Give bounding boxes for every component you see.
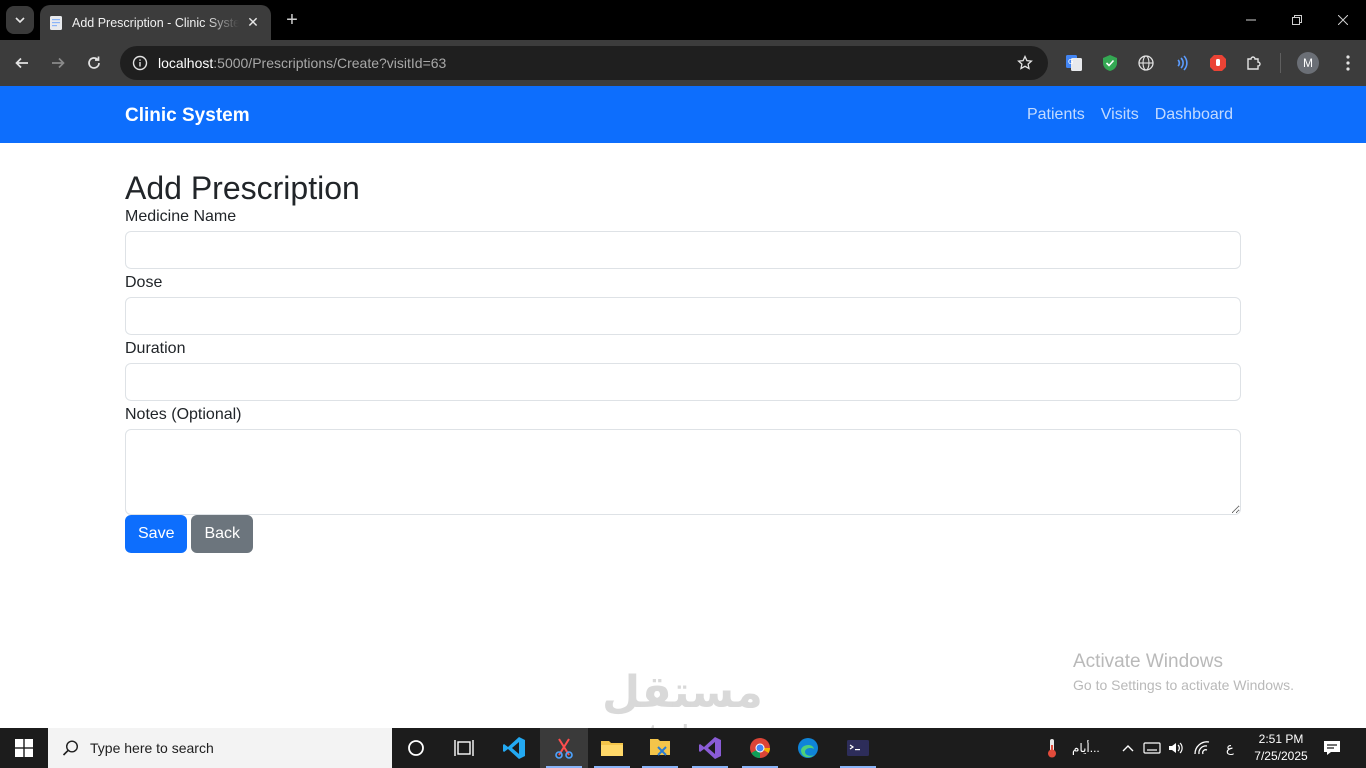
clock-date: 7/25/2025 xyxy=(1254,749,1308,763)
volume-speaker-icon[interactable] xyxy=(1167,728,1185,768)
shield-extension-icon[interactable] xyxy=(1100,53,1120,73)
task-view-icon[interactable] xyxy=(440,728,488,768)
stop-hand-extension-icon[interactable] xyxy=(1208,53,1228,73)
taskbar-clock[interactable]: 2:51 PM 7/25/2025 xyxy=(1248,731,1314,765)
tab-search-chevron-icon[interactable] xyxy=(6,6,34,34)
watermark-arabic-word: مستقل xyxy=(602,668,763,717)
snipping-tool-icon[interactable] xyxy=(540,728,588,768)
medicine-name-input[interactable] xyxy=(125,231,1241,269)
terminal-icon[interactable] xyxy=(834,728,882,768)
reload-icon[interactable] xyxy=(81,50,107,76)
medicine-name-label: Medicine Name xyxy=(125,208,237,225)
nav-link-patients[interactable]: Patients xyxy=(1027,106,1085,124)
activate-windows-subtitle: Go to Settings to activate Windows. xyxy=(1073,677,1294,693)
save-button[interactable]: Save xyxy=(125,515,188,553)
tray-chevron-up-icon[interactable] xyxy=(1121,728,1135,768)
duration-input[interactable] xyxy=(125,363,1241,401)
taskbar-search-placeholder: Type here to search xyxy=(90,740,214,756)
window-restore-icon[interactable] xyxy=(1274,0,1320,40)
read-aloud-extension-icon[interactable] xyxy=(1172,53,1192,73)
duration-label: Duration xyxy=(125,340,186,357)
browser-toolbar: localhost:5000/Prescriptions/Create?visi… xyxy=(0,40,1366,86)
chrome-icon[interactable] xyxy=(736,728,784,768)
tab-title: Add Prescription - Clinic System xyxy=(72,15,239,30)
browser-tabstrip: Add Prescription - Clinic System ✕ + xyxy=(0,0,1366,40)
svg-text:G: G xyxy=(1068,58,1073,66)
clock-time: 2:51 PM xyxy=(1258,732,1304,746)
notification-center-icon[interactable] xyxy=(1322,738,1342,758)
notes-textarea[interactable] xyxy=(125,429,1241,515)
windows-taskbar: Type here to search أيام... ع 2:51 PM 7/… xyxy=(0,728,1366,768)
main-container: Add Prescription Medicine Name Dose Dura… xyxy=(125,143,1241,553)
ssms-icon[interactable] xyxy=(636,728,684,768)
navbar-links: Patients Visits Dashboard xyxy=(1027,106,1233,124)
document-icon xyxy=(48,15,64,31)
wifi-icon[interactable] xyxy=(1193,728,1211,768)
vscode-icon[interactable] xyxy=(490,728,538,768)
bookmark-star-icon[interactable] xyxy=(1016,54,1034,72)
navbar-brand[interactable]: Clinic System xyxy=(125,105,250,127)
weather-widget[interactable]: أيام... xyxy=(1044,728,1100,768)
page-title: Add Prescription xyxy=(125,170,360,206)
window-close-icon[interactable] xyxy=(1320,0,1366,40)
toolbar-divider xyxy=(1280,53,1281,73)
nav-link-dashboard[interactable]: Dashboard xyxy=(1155,106,1233,124)
activate-windows-notice: Activate Windows Go to Settings to activ… xyxy=(1073,651,1294,693)
nav-link-visits[interactable]: Visits xyxy=(1101,106,1139,124)
cortana-circle-icon[interactable] xyxy=(392,728,440,768)
back-button[interactable]: Back xyxy=(191,515,254,553)
extensions-puzzle-icon[interactable] xyxy=(1244,53,1264,73)
input-language-indicator[interactable]: ع xyxy=(1226,728,1234,768)
url-host: localhost xyxy=(158,55,214,71)
visual-studio-icon[interactable] xyxy=(686,728,734,768)
window-minimize-icon[interactable] xyxy=(1228,0,1274,40)
dose-label: Dose xyxy=(125,274,163,291)
edge-icon[interactable] xyxy=(784,728,832,768)
tab-close-icon[interactable]: ✕ xyxy=(245,14,261,31)
notes-label: Notes (Optional) xyxy=(125,406,242,423)
url-path: :5000/Prescriptions/Create?visitId=63 xyxy=(213,55,447,71)
forward-arrow-icon[interactable] xyxy=(45,50,71,76)
site-info-icon[interactable] xyxy=(130,53,150,73)
translate-extension-icon[interactable]: G xyxy=(1064,53,1084,73)
address-bar[interactable]: localhost:5000/Prescriptions/Create?visi… xyxy=(120,46,1048,80)
keyboard-layout-icon[interactable] xyxy=(1143,728,1161,768)
menu-kebab-icon[interactable] xyxy=(1338,52,1358,74)
new-tab-plus-icon[interactable]: + xyxy=(282,9,302,31)
taskbar-search-box[interactable]: Type here to search xyxy=(48,728,392,768)
back-arrow-icon[interactable] xyxy=(9,50,35,76)
browser-tab[interactable]: Add Prescription - Clinic System ✕ xyxy=(40,5,271,40)
file-explorer-folder-icon[interactable] xyxy=(588,728,636,768)
search-icon xyxy=(62,740,79,756)
app-navbar: Clinic System Patients Visits Dashboard xyxy=(0,86,1366,143)
windows-start-icon[interactable] xyxy=(0,728,48,768)
dose-input[interactable] xyxy=(125,297,1241,335)
globe-extension-icon[interactable] xyxy=(1136,53,1156,73)
activate-windows-title: Activate Windows xyxy=(1073,651,1223,672)
thermometer-icon xyxy=(1048,739,1056,758)
form-buttons: Save Back xyxy=(125,515,1241,553)
profile-avatar[interactable]: M xyxy=(1297,52,1319,74)
url-text: localhost:5000/Prescriptions/Create?visi… xyxy=(158,55,446,71)
weather-text: أيام... xyxy=(1072,741,1100,755)
